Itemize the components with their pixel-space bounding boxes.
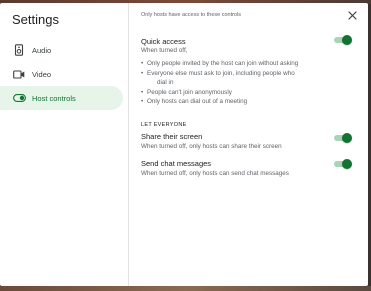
section-header: LET EVERYONE xyxy=(141,122,187,128)
access-note: Only hosts have access to these controls xyxy=(141,12,241,18)
quick-access-title: Quick access xyxy=(141,37,186,46)
sidebar-item-video[interactable]: Video xyxy=(0,62,123,86)
close-icon xyxy=(347,10,357,20)
send-chat-title: Send chat messages xyxy=(141,159,212,168)
toggle-thumb xyxy=(342,159,352,169)
video-camera-icon xyxy=(12,67,26,81)
list-item: dial in xyxy=(157,79,174,87)
speaker-icon xyxy=(12,43,26,57)
quick-access-bullets: Only people invited by the host can join… xyxy=(141,59,331,107)
toggle-icon xyxy=(12,91,26,105)
share-screen-toggle[interactable] xyxy=(332,132,352,144)
share-screen-subtitle: When turned off, only hosts can share th… xyxy=(141,143,282,150)
toggle-thumb xyxy=(342,133,352,143)
list-item: People can't join anonymously xyxy=(141,88,331,98)
list-item: Everyone else must ask to join, includin… xyxy=(141,69,331,79)
toggle-thumb xyxy=(342,35,352,45)
dialog-title: Settings xyxy=(12,12,59,27)
host-controls-panel: Only hosts have access to these controls… xyxy=(129,3,368,286)
background-bottom xyxy=(0,286,371,291)
quick-access-subtitle: When turned off, xyxy=(141,47,188,54)
send-chat-subtitle: When turned off, only hosts can send cha… xyxy=(141,170,289,177)
list-item: Only hosts can dial out of a meeting xyxy=(141,97,331,107)
send-chat-toggle[interactable] xyxy=(332,158,352,170)
settings-sidebar: Settings Audio Video Host controls xyxy=(0,3,129,286)
share-screen-title: Share their screen xyxy=(141,132,203,141)
sidebar-item-audio[interactable]: Audio xyxy=(0,38,123,62)
sidebar-item-host-controls[interactable]: Host controls xyxy=(0,86,123,110)
sidebar-item-label: Host controls xyxy=(32,93,76,103)
quick-access-toggle[interactable] xyxy=(332,34,352,46)
close-button[interactable] xyxy=(346,9,358,21)
sidebar-item-label: Video xyxy=(32,69,52,79)
settings-dialog: Settings Audio Video Host controls Only … xyxy=(0,3,368,286)
list-item: Only people invited by the host can join… xyxy=(141,59,331,69)
sidebar-item-label: Audio xyxy=(32,45,52,55)
